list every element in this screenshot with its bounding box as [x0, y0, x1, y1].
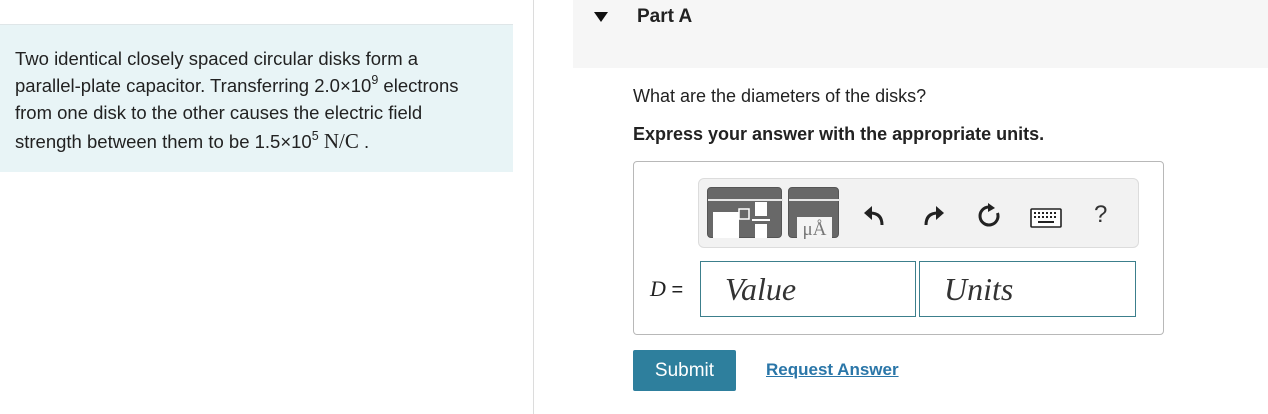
equals-sign: = — [665, 279, 684, 301]
instruction-text: Express your answer with the appropriate… — [633, 124, 1045, 144]
variable-symbol: D — [650, 276, 666, 301]
templates-icon — [708, 199, 783, 238]
reset-icon[interactable] — [976, 203, 1002, 229]
problem-line: parallel-plate capacitor. Transferring 2… — [15, 72, 505, 102]
value-input[interactable] — [700, 261, 916, 317]
templates-button[interactable] — [707, 187, 783, 238]
units-button[interactable]: μÅ — [788, 187, 840, 240]
help-button[interactable]: ? — [1094, 201, 1107, 229]
field-unit: N/C — [323, 129, 359, 153]
problem-line: from one disk to the other causes the el… — [15, 99, 505, 126]
problem-text-4: strength between them to be 1.5×10 — [15, 131, 312, 152]
units-icon: μÅ — [789, 199, 840, 240]
problem-text-2b: electrons — [378, 75, 459, 96]
undo-icon[interactable] — [861, 203, 887, 229]
keyboard-icon[interactable] — [1030, 208, 1062, 228]
answer-variable-label: D = — [650, 276, 683, 302]
units-input[interactable] — [919, 261, 1136, 317]
request-answer-link[interactable]: Request Answer — [766, 360, 899, 380]
redo-icon[interactable] — [921, 203, 947, 229]
problem-line: strength between them to be 1.5×105 N/C … — [15, 128, 505, 158]
exponent: 9 — [371, 73, 379, 87]
problem-text-2: parallel-plate capacitor. Transferring 2… — [15, 75, 372, 96]
exponent: 5 — [311, 129, 319, 143]
problem-statement-panel: Two identical closely spaced circular di… — [0, 25, 513, 172]
problem-line: Two identical closely spaced circular di… — [15, 45, 505, 72]
panel-divider — [533, 0, 534, 414]
problem-text-4b: . — [358, 131, 370, 152]
problem-statement: Two identical closely spaced circular di… — [15, 45, 505, 158]
submit-button[interactable]: Submit — [633, 350, 736, 391]
problem-text-1: Two identical closely spaced circular di… — [15, 48, 419, 69]
problem-text-3: from one disk to the other causes the el… — [15, 102, 423, 123]
question-text: What are the diameters of the disks? — [633, 86, 927, 106]
collapse-caret-icon[interactable] — [594, 11, 608, 23]
units-symbol: μÅ — [803, 219, 827, 239]
part-title[interactable]: Part A — [637, 6, 692, 28]
